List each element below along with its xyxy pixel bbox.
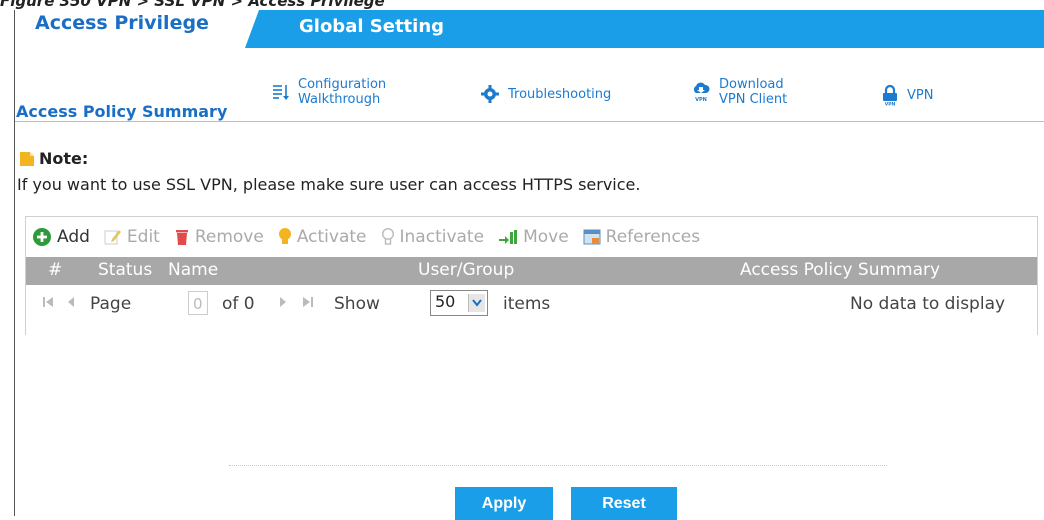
empty-table-message: No data to display [850,294,1006,314]
section-title: Access Policy Summary [16,102,228,121]
list-sort-icon [272,82,290,102]
tab-global-setting[interactable]: Global Setting [299,16,444,37]
items-per-page-value: 50 [435,292,456,311]
note-document-icon [19,151,35,167]
note-title: Note: [39,149,89,168]
column-header-access-policy-summary[interactable]: Access Policy Summary [740,260,940,280]
trash-icon [174,228,190,246]
page-number-input[interactable]: 0 [188,291,208,315]
tab-access-privilege-label: Access Privilege [35,12,209,34]
last-page-icon[interactable] [302,294,314,314]
form-divider [229,465,887,466]
items-label: items [503,294,551,314]
inactivate-label: Inactivate [399,227,485,247]
column-header-user-group[interactable]: User/Group [418,260,514,280]
chevron-down-icon[interactable] [468,294,485,312]
tab-bar: Access Privilege Global Setting [15,10,1044,48]
reset-button[interactable]: Reset [571,487,677,520]
vpn-label: VPN [907,87,934,103]
access-policy-table: Add Edit Remove Activate Inactivate Move… [25,216,1038,335]
svg-text:VPN: VPN [695,97,707,103]
add-button[interactable]: Add [32,227,90,247]
note-heading: Note: [19,149,88,168]
items-per-page-select[interactable]: 50 [430,290,488,316]
activate-label: Activate [296,227,367,247]
show-label: Show [334,294,380,314]
tab-access-privilege[interactable]: Access Privilege [15,10,259,48]
edit-pencil-icon [104,228,122,246]
page-label: Page [90,294,132,314]
sub-toolbar: Access Policy Summary Configuration Walk… [15,48,1044,122]
column-header-name[interactable]: Name [168,260,218,280]
edit-button[interactable]: Edit [104,227,160,247]
page-of-label: of 0 [222,294,255,314]
download-vpn-client-label: Download VPN Client [719,77,788,107]
pagination-bar: Page 0 of 0 Show 50 items No data to dis… [26,287,1037,323]
lightbulb-on-icon [278,227,292,247]
content-frame: Access Privilege Global Setting Access P… [14,10,1044,520]
move-label: Move [523,227,569,247]
inactivate-button[interactable]: Inactivate [381,227,485,247]
note-text: If you want to use SSL VPN, please make … [17,175,641,194]
svg-text:VPN: VPN [885,102,896,107]
references-button[interactable]: References [583,227,700,247]
gear-wrench-icon [480,84,500,104]
move-arrows-icon [498,229,518,245]
apply-button[interactable]: Apply [455,487,553,520]
plus-circle-icon [32,227,52,247]
troubleshooting-link[interactable]: Troubleshooting [480,84,611,104]
cloud-download-icon: VPN [691,81,711,103]
configuration-walkthrough-link[interactable]: Configuration Walkthrough [272,77,386,107]
edit-label: Edit [126,227,160,247]
configuration-walkthrough-label: Configuration Walkthrough [298,77,387,107]
column-header-number[interactable]: # [48,260,62,280]
download-vpn-client-link[interactable]: VPN Download VPN Client [691,77,787,107]
remove-label: Remove [194,227,264,247]
lightbulb-off-icon [381,227,395,247]
column-header-status[interactable]: Status [98,260,152,280]
references-table-icon [583,229,601,245]
add-label: Add [57,227,90,247]
table-header: # Status Name User/Group Access Policy S… [26,257,1037,285]
lock-icon: VPN [881,84,899,106]
references-label: References [605,227,701,247]
table-toolbar: Add Edit Remove Activate Inactivate Move… [26,217,1037,257]
troubleshooting-label: Troubleshooting [508,86,612,102]
next-page-icon[interactable] [278,294,288,314]
remove-button[interactable]: Remove [174,227,264,247]
first-page-icon[interactable] [42,294,54,314]
figure-caption: Figure 350 VPN > SSL VPN > Access Privil… [0,0,385,10]
activate-button[interactable]: Activate [278,227,367,247]
vpn-link[interactable]: VPN VPN [881,84,933,106]
move-button[interactable]: Move [498,227,569,247]
prev-page-icon[interactable] [66,294,76,314]
